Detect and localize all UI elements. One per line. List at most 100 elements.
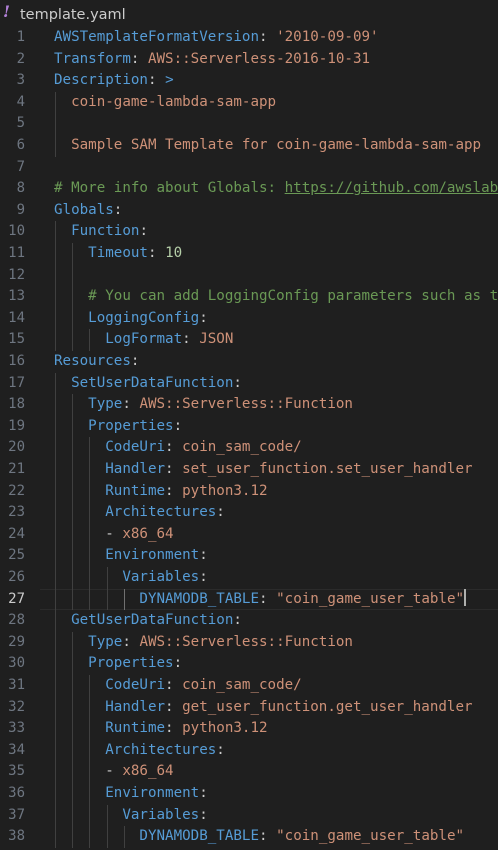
code-line[interactable]: 33 Runtime: python3.12 — [0, 718, 498, 740]
code-line[interactable]: 16 Resources: — [0, 351, 498, 373]
punctuation: : — [259, 828, 277, 845]
comment-link[interactable]: https://github.com/awslabs/serverless-ap… — [285, 180, 498, 196]
code-line[interactable]: 17 SetUserDataFunction: — [0, 372, 498, 395]
code-text: SetUserDataFunction: — [54, 373, 242, 395]
code-editor[interactable]: 1 AWSTemplateFormatVersion: '2010-09-09' 2… — [0, 27, 498, 850]
code-line[interactable]: 25 Environment: — [0, 545, 498, 567]
code-line[interactable]: 13 # You can add LoggingConfig parameter… — [0, 286, 498, 308]
punctuation: : — [233, 612, 242, 629]
line-number: 18 — [8, 396, 25, 413]
yaml-key: Resources — [54, 353, 131, 369]
yaml-value: '2010-09-09' — [276, 29, 379, 45]
punctuation: : — [147, 245, 166, 261]
yaml-key: Properties — [88, 417, 174, 434]
code-text: Properties: — [54, 653, 182, 675]
code-line[interactable]: 11 Timeout: 10 — [0, 243, 498, 265]
yaml-key: Architectures — [105, 741, 217, 758]
punctuation — [54, 396, 88, 412]
code-line[interactable]: 24 - x86_64 — [0, 523, 498, 546]
punctuation: : — [165, 677, 183, 693]
yaml-key: Runtime — [105, 720, 166, 737]
punctuation — [54, 223, 71, 239]
line-number: 4 — [16, 93, 25, 110]
code-line[interactable]: 31 CodeUri: coin_sam_code/ — [0, 675, 498, 697]
code-line[interactable]: 37 Variables: — [0, 804, 498, 827]
punctuation — [54, 375, 71, 391]
punctuation: : — [122, 633, 140, 650]
punctuation: : — [216, 741, 225, 758]
code-line[interactable]: 34 Architectures: — [0, 739, 498, 762]
punctuation: : — [165, 720, 183, 737]
yaml-key: CodeUri — [105, 677, 166, 693]
code-line[interactable]: 7 — [0, 157, 498, 179]
line-number: 9 — [16, 201, 25, 218]
code-line[interactable]: 10 Function: — [0, 221, 498, 243]
yaml-number: 10 — [165, 245, 183, 261]
code-line[interactable]: 6 Sample SAM Template for coin-game-lamb… — [0, 135, 498, 157]
code-line[interactable]: 5 — [0, 113, 498, 135]
yaml-key: LoggingConfig — [88, 309, 200, 326]
yaml-key: DYNAMODB_TABLE — [139, 590, 260, 607]
line-number: 3 — [16, 72, 25, 89]
indent-guide — [55, 264, 56, 287]
code-line[interactable]: 35 - x86_64 — [0, 761, 498, 783]
code-line[interactable]: 21 Handler: set_user_function.set_user_h… — [0, 459, 498, 481]
code-text: LogFormat: JSON — [54, 329, 233, 351]
code-line[interactable]: 36 Environment: — [0, 783, 498, 805]
punctuation: : — [139, 223, 148, 240]
code-line[interactable]: 32 Handler: get_user_function.get_user_h… — [0, 696, 498, 719]
indent-guide — [72, 264, 74, 287]
code-line[interactable]: 27 DYNAMODB_TABLE: "coin_game_user_table… — [0, 588, 498, 611]
yaml-key: Timeout — [88, 245, 148, 261]
line-number: 21 — [8, 461, 25, 477]
code-text: Description: > — [54, 70, 174, 92]
tab-title[interactable]: template.yaml — [20, 5, 126, 25]
code-text: Type: AWS::Serverless::Function — [54, 394, 353, 416]
yaml-value: coin_sam_code/ — [182, 439, 302, 456]
editor-tab[interactable]: ! template.yaml — [0, 0, 498, 28]
code-line[interactable]: 14 LoggingConfig: — [0, 307, 498, 330]
code-line[interactable]: 29 Type: AWS::Serverless::Function — [0, 631, 498, 654]
code-line[interactable]: 26 Variables: — [0, 567, 498, 589]
code-line[interactable]: 9 Globals: — [0, 200, 498, 222]
yaml-value: JSON — [199, 331, 234, 348]
punctuation: : — [122, 396, 140, 413]
punctuation — [54, 569, 122, 585]
yaml-key: Runtime — [105, 482, 166, 499]
yaml-comment: # You can add LoggingConfig parameters s… — [88, 288, 498, 305]
code-line[interactable]: 19 Properties: — [0, 415, 498, 438]
yaml-value: get_user_function.get_user_handler — [182, 698, 473, 715]
yaml-key: Description — [54, 72, 148, 89]
code-text: DYNAMODB_TABLE: "coin_game_user_table" — [54, 588, 466, 611]
punctuation — [54, 547, 105, 563]
code-text: Timeout: 10 — [54, 243, 182, 265]
code-line[interactable]: 2 Transform: AWS::Serverless-2016-10-31 — [0, 49, 498, 71]
line-number: 38 — [8, 828, 25, 845]
code-line[interactable]: 20 CodeUri: coin_sam_code/ — [0, 437, 498, 459]
code-line[interactable]: 30 Properties: — [0, 653, 498, 675]
code-line[interactable]: 28 GetUserDataFunction: — [0, 610, 498, 632]
code-line[interactable]: 38 DYNAMODB_TABLE: "coin_game_user_table… — [0, 826, 498, 848]
yaml-warning-icon: ! — [3, 2, 11, 21]
code-line[interactable]: 4 coin-game-lambda-sam-app — [0, 91, 498, 114]
code-line[interactable]: 1 AWSTemplateFormatVersion: '2010-09-09' — [0, 27, 498, 49]
punctuation — [54, 699, 105, 715]
line-number: 37 — [8, 806, 25, 823]
line-number: 35 — [8, 763, 25, 780]
punctuation — [54, 418, 88, 434]
code-line[interactable]: 3 Description: > — [0, 70, 498, 92]
code-line[interactable]: 15 LogFormat: JSON — [0, 329, 498, 351]
code-line[interactable]: 18 Type: AWS::Serverless::Function — [0, 394, 498, 416]
code-line[interactable]: 8 # More info about Globals: https://gith… — [0, 178, 498, 200]
code-text: - x86_64 — [54, 524, 173, 546]
line-number: 5 — [16, 115, 25, 132]
code-text: Handler: get_user_function.get_user_hand… — [54, 697, 473, 719]
code-line[interactable]: 23 Architectures: — [0, 502, 498, 524]
yaml-value: python3.12 — [182, 482, 268, 499]
line-number: 12 — [8, 266, 25, 283]
code-text: Sample SAM Template for coin-game-lambda… — [54, 135, 481, 157]
line-number: 36 — [8, 785, 25, 801]
code-line[interactable]: 22 Runtime: python3.12 — [0, 480, 498, 503]
code-line[interactable]: 12 — [0, 264, 498, 287]
yaml-key: Globals — [54, 201, 114, 218]
